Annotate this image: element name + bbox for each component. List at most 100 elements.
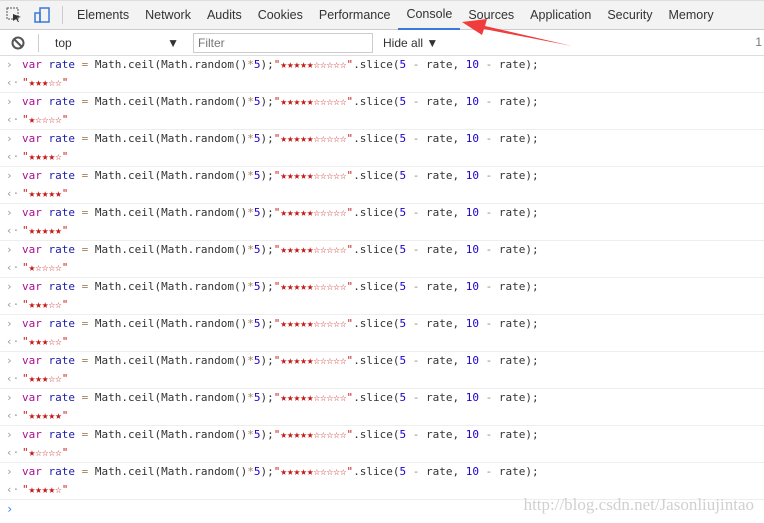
- code-token: *: [247, 243, 254, 256]
- context-selector[interactable]: top ▼: [45, 36, 185, 50]
- result-line: ‹· "★☆☆☆☆": [6, 259, 764, 277]
- tab-memory[interactable]: Memory: [660, 1, 721, 30]
- code-token: .slice(: [353, 354, 400, 367]
- tab-security[interactable]: Security: [599, 1, 660, 30]
- result-line: ‹· "★★★★☆": [6, 148, 764, 166]
- code-token: "★★★★★☆☆☆☆☆": [273, 206, 354, 219]
- code-token: "★★★★★☆☆☆☆☆": [273, 95, 354, 108]
- divider: [62, 6, 63, 24]
- input-chevron-icon: ›: [6, 132, 13, 145]
- devtools-tabbar: Elements Network Audits Cookies Performance C…: [0, 0, 764, 30]
- console-entry: › var rate = Math.ceil(Math.random()*5);"…: [0, 130, 764, 167]
- level-selector[interactable]: Hide all ▼: [383, 36, 438, 50]
- code-token: );: [260, 280, 274, 293]
- code-token: var: [22, 317, 42, 330]
- code-token: );: [525, 58, 539, 71]
- code-token: 10: [465, 354, 480, 367]
- code-token: 10: [465, 428, 480, 441]
- tab-network[interactable]: Network: [137, 1, 199, 30]
- code-token: rate: [48, 169, 76, 182]
- result-line: ‹· "★★★★★": [6, 222, 764, 240]
- code-token: rate: [48, 465, 76, 478]
- input-line: › var rate = Math.ceil(Math.random()*5);"…: [6, 426, 764, 444]
- result-line: ‹· "★★★☆☆": [6, 296, 764, 314]
- result-line: ‹· "★★★★★": [6, 407, 764, 425]
- result-value: "★★★★☆": [22, 150, 69, 163]
- level-value: Hide all: [383, 35, 424, 50]
- device-toolbar-icon[interactable]: [28, 1, 56, 29]
- tab-performance[interactable]: Performance: [311, 1, 399, 30]
- result-arrow-icon: ‹·: [6, 372, 20, 385]
- tab-console[interactable]: Console: [398, 1, 461, 30]
- filter-input[interactable]: [193, 32, 373, 53]
- dropdown-arrow-icon: ▼: [167, 35, 179, 50]
- context-value: top: [55, 35, 72, 50]
- result-value: "★☆☆☆☆": [22, 446, 69, 459]
- code-token: );: [525, 391, 539, 404]
- code-token: "★★★★★☆☆☆☆☆": [273, 317, 354, 330]
- tab-application[interactable]: Application: [522, 1, 599, 30]
- console-entry: › var rate = Math.ceil(Math.random()*5);"…: [0, 241, 764, 278]
- console-entry: › var rate = Math.ceil(Math.random()*5);"…: [0, 56, 764, 93]
- console-entry: › var rate = Math.ceil(Math.random()*5);"…: [0, 426, 764, 463]
- code-token: rate: [492, 428, 526, 441]
- code-token: rate: [492, 206, 526, 219]
- tab-elements[interactable]: Elements: [69, 1, 137, 30]
- code-token: var: [22, 280, 42, 293]
- console-entry: › var rate = Math.ceil(Math.random()*5);"…: [0, 389, 764, 426]
- input-line: › var rate = Math.ceil(Math.random()*5);"…: [6, 315, 764, 333]
- code-token: rate,: [419, 95, 466, 108]
- code-token: );: [525, 243, 539, 256]
- result-line: ‹· "★★★☆☆": [6, 333, 764, 351]
- result-line: ‹· "★★★☆☆": [6, 370, 764, 388]
- clear-console-icon[interactable]: [4, 29, 32, 57]
- code-token: "★★★★★☆☆☆☆☆": [273, 280, 354, 293]
- code-token: 10: [465, 58, 480, 71]
- tab-sources[interactable]: Sources: [460, 1, 522, 30]
- code-token: *: [247, 428, 254, 441]
- input-chevron-icon: ›: [6, 243, 13, 256]
- tab-cookies[interactable]: Cookies: [250, 1, 311, 30]
- code-token: );: [525, 354, 539, 367]
- code-token: *: [247, 317, 254, 330]
- input-line: › var rate = Math.ceil(Math.random()*5);"…: [6, 204, 764, 222]
- tab-audits[interactable]: Audits: [199, 1, 250, 30]
- result-line: ‹· "★☆☆☆☆": [6, 444, 764, 462]
- console-messages[interactable]: › var rate = Math.ceil(Math.random()*5);"…: [0, 56, 764, 500]
- code-token: rate: [492, 95, 526, 108]
- code-token: rate: [492, 391, 526, 404]
- code-token: .slice(: [353, 132, 400, 145]
- code-token: rate: [492, 132, 526, 145]
- inspect-element-icon[interactable]: [0, 1, 28, 29]
- code-token: *: [247, 169, 254, 182]
- result-line: ‹· "★★★★★": [6, 185, 764, 203]
- console-entry: › var rate = Math.ceil(Math.random()*5);"…: [0, 204, 764, 241]
- code-token: rate: [492, 317, 526, 330]
- code-token: );: [260, 243, 274, 256]
